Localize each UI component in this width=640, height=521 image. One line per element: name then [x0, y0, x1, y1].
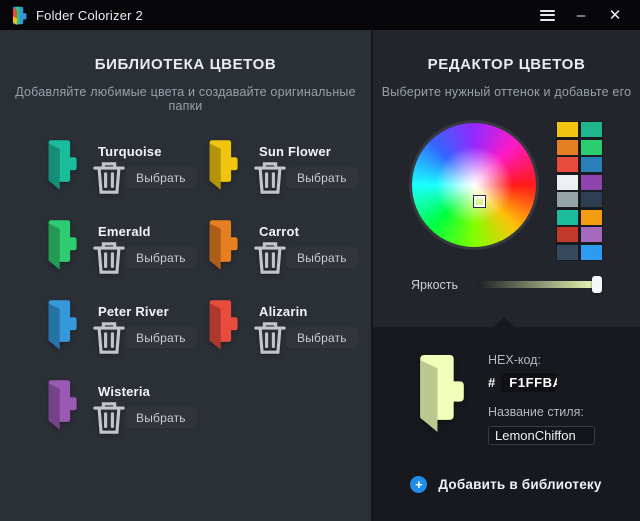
delete-color-button[interactable] [98, 247, 120, 268]
hex-label: HEX-код: [488, 353, 595, 367]
select-color-button[interactable]: Выбрать [286, 327, 358, 348]
app-window: Folder Colorizer 2 – ✕ БИБЛИОТЕКА ЦВЕТОВ… [0, 0, 640, 521]
trash-icon [92, 392, 126, 444]
plus-icon: + [410, 476, 427, 493]
color-detail-card: HEX-код: # Название стиля: + Добавить в … [373, 327, 640, 521]
color-swatch[interactable] [557, 122, 578, 137]
color-swatch[interactable] [557, 192, 578, 207]
color-fields: HEX-код: # Название стиля: [488, 353, 595, 445]
style-name-label: Название стиля: [488, 405, 595, 419]
color-swatch[interactable] [581, 157, 602, 172]
editor-subtitle: Выберите нужный оттенок и добавьте его [373, 85, 640, 99]
folder-icon [44, 139, 78, 191]
color-swatch[interactable] [581, 192, 602, 207]
minimize-button[interactable]: – [564, 2, 598, 28]
folder-icon [205, 219, 239, 271]
color-swatch[interactable] [557, 157, 578, 172]
color-swatch[interactable] [557, 210, 578, 225]
color-swatch[interactable] [581, 210, 602, 225]
folder-icon [44, 379, 78, 431]
library-folder-item: Alizarin Выбрать [205, 299, 366, 351]
trash-icon [253, 312, 287, 364]
trash-icon [253, 152, 287, 204]
select-color-button[interactable]: Выбрать [286, 247, 358, 268]
delete-color-button[interactable] [259, 327, 281, 348]
color-swatch[interactable] [581, 175, 602, 190]
library-folder-item: Carrot Выбрать [205, 219, 366, 271]
select-color-button[interactable]: Выбрать [125, 407, 197, 428]
editor-title: РЕДАКТОР ЦВЕТОВ [373, 56, 640, 73]
folder-preview-icon [413, 353, 466, 434]
color-swatch[interactable] [581, 122, 602, 137]
library-folder-item: Sun Flower Выбрать [205, 139, 366, 191]
select-color-button[interactable]: Выбрать [286, 167, 358, 188]
color-swatch[interactable] [557, 245, 578, 260]
library-folder-item: Peter River Выбрать [44, 299, 205, 351]
style-name-input[interactable] [488, 426, 595, 445]
hex-row: # [488, 373, 595, 392]
minimize-icon: – [577, 8, 585, 23]
delete-color-button[interactable] [98, 167, 120, 188]
app-logo-icon [10, 6, 27, 25]
hex-hash-prefix: # [488, 375, 495, 390]
delete-color-button[interactable] [98, 327, 120, 348]
menu-icon [540, 10, 555, 21]
add-to-library-label: Добавить в библиотеку [438, 477, 601, 492]
brightness-label: Яркость [411, 278, 458, 292]
main-content: БИБЛИОТЕКА ЦВЕТОВ Добавляйте любимые цве… [0, 30, 640, 521]
brightness-row: Яркость [411, 278, 640, 292]
folder-icon [44, 299, 78, 351]
select-color-button[interactable]: Выбрать [125, 327, 197, 348]
delete-color-button[interactable] [259, 167, 281, 188]
brightness-slider[interactable] [477, 281, 599, 288]
color-editor-panel: РЕДАКТОР ЦВЕТОВ Выберите нужный оттенок … [373, 30, 640, 521]
delete-color-button[interactable] [98, 407, 120, 428]
trash-icon [92, 312, 126, 364]
color-swatch[interactable] [557, 140, 578, 155]
color-swatch[interactable] [557, 227, 578, 242]
trash-icon [253, 232, 287, 284]
card-notch [493, 317, 515, 327]
color-wheel-cursor[interactable] [474, 196, 485, 207]
folder-icon [205, 139, 239, 191]
library-folder-item: Wisteria Выбрать [44, 379, 205, 431]
add-to-library-button[interactable]: + Добавить в библиотеку [373, 476, 639, 493]
select-color-button[interactable]: Выбрать [125, 247, 197, 268]
library-folder-item: Emerald Выбрать [44, 219, 205, 271]
color-wheel[interactable] [409, 120, 539, 250]
hex-code-input[interactable] [501, 373, 557, 392]
color-swatch[interactable] [557, 175, 578, 190]
trash-icon [92, 152, 126, 204]
menu-button[interactable] [530, 2, 564, 28]
delete-color-button[interactable] [259, 247, 281, 268]
library-title: БИБЛИОТЕКА ЦВЕТОВ [0, 56, 371, 73]
library-grid: Turquoise Выбрать Sun Flower [0, 139, 371, 431]
library-folder-item: Turquoise Выбрать [44, 139, 205, 191]
title-bar: Folder Colorizer 2 – ✕ [0, 0, 640, 30]
folder-icon [205, 299, 239, 351]
close-icon: ✕ [609, 8, 622, 23]
color-library-panel: БИБЛИОТЕКА ЦВЕТОВ Добавляйте любимые цве… [0, 30, 373, 521]
folder-icon [44, 219, 78, 271]
brightness-slider-thumb[interactable] [592, 276, 602, 293]
close-button[interactable]: ✕ [598, 2, 632, 28]
swatch-grid [556, 121, 603, 261]
color-swatch[interactable] [581, 140, 602, 155]
library-subtitle: Добавляйте любимые цвета и создавайте ор… [0, 85, 371, 113]
color-swatch[interactable] [581, 245, 602, 260]
window-title: Folder Colorizer 2 [36, 8, 143, 23]
color-swatch[interactable] [581, 227, 602, 242]
trash-icon [92, 232, 126, 284]
color-picker-row [409, 120, 640, 261]
select-color-button[interactable]: Выбрать [125, 167, 197, 188]
preview-row: HEX-код: # Название стиля: [413, 353, 640, 445]
